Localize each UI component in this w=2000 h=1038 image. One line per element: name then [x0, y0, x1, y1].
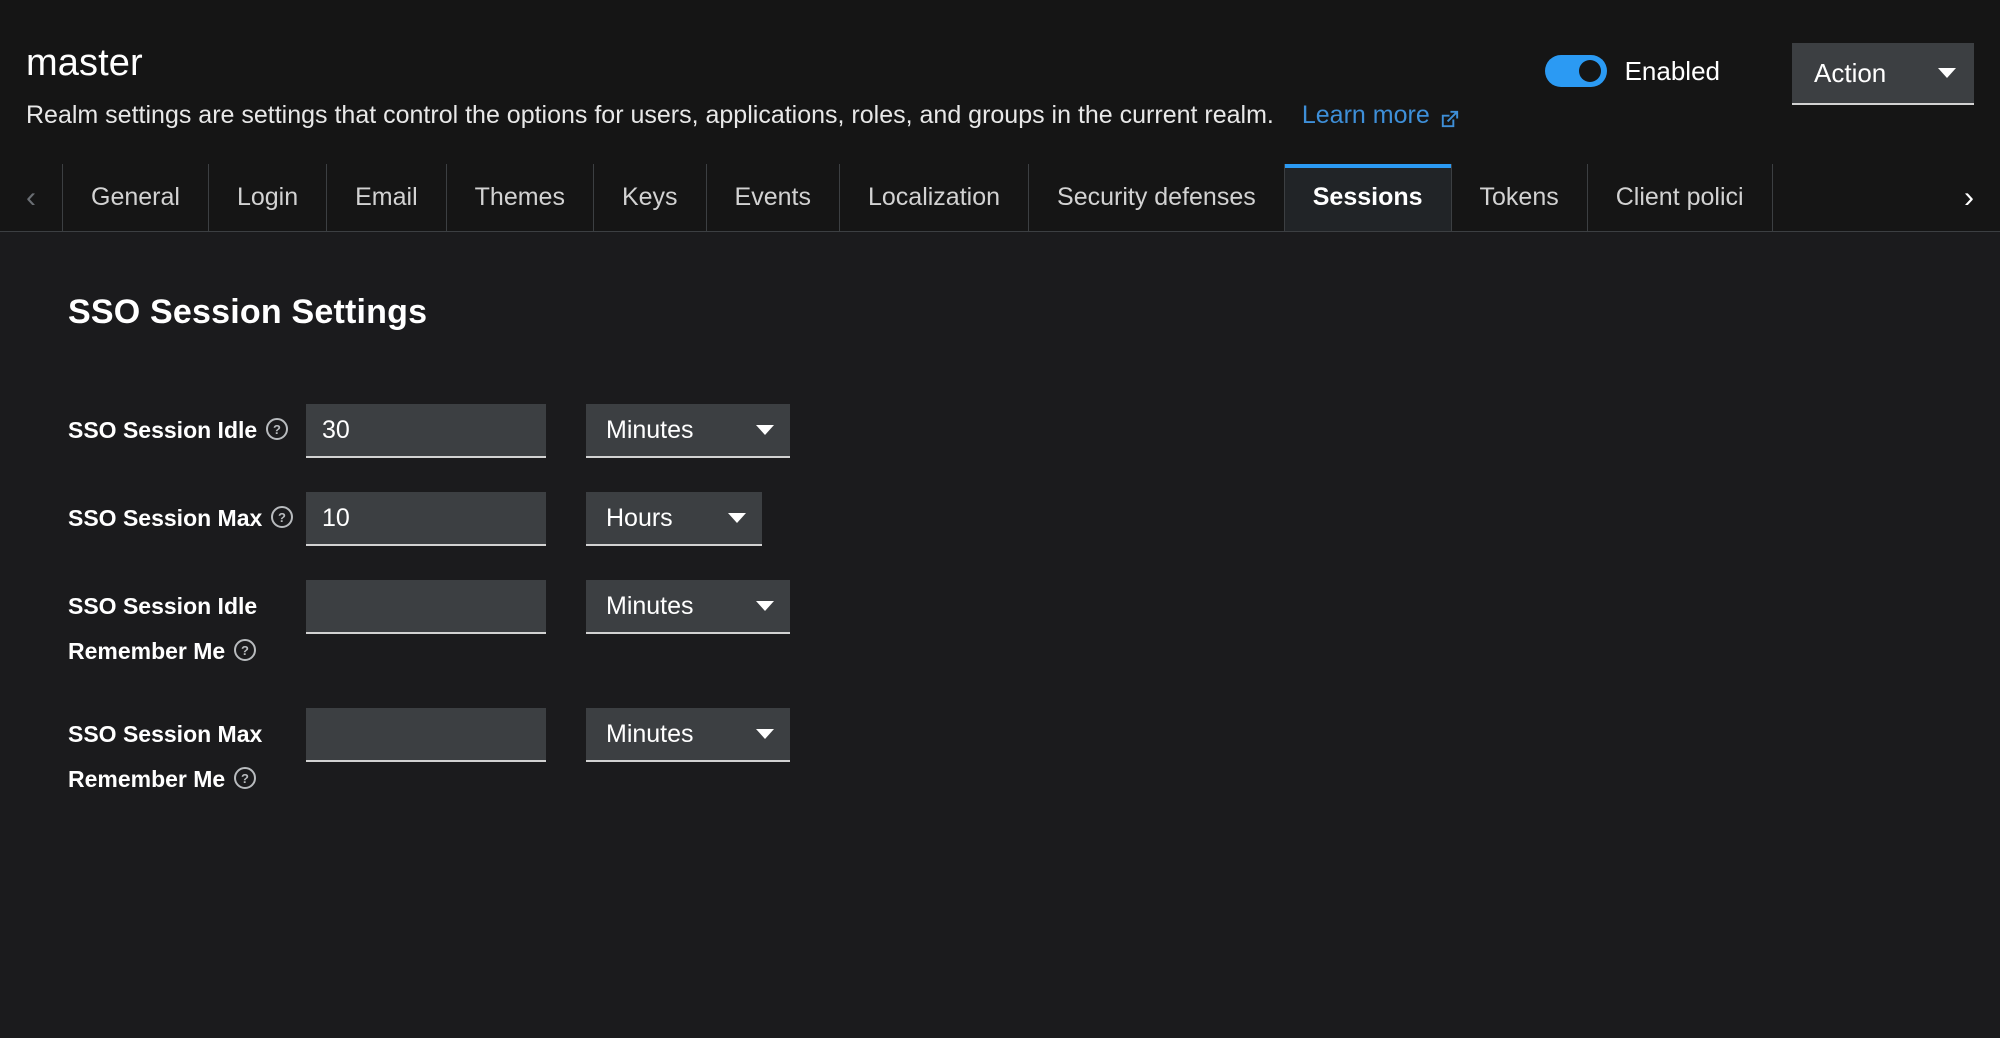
form-row: SSO Session Max? Hours: [68, 482, 2000, 546]
tab-login[interactable]: Login: [207, 164, 327, 231]
action-button[interactable]: Action: [1792, 43, 1974, 105]
tab-label: Sessions: [1312, 183, 1423, 211]
tab-label: Themes: [474, 183, 565, 211]
external-link-icon: [1438, 106, 1461, 129]
enabled-toggle[interactable]: [1544, 55, 1607, 87]
time-unit-value: Minutes: [606, 591, 694, 620]
form-row: SSO Session Max Remember Me? Minutes: [68, 698, 2000, 802]
svg-text:?: ?: [273, 422, 281, 437]
time-unit-select[interactable]: Minutes: [586, 404, 790, 458]
time-unit-value: Minutes: [606, 719, 694, 748]
field-label: SSO Session Max Remember Me?: [68, 698, 306, 802]
tab-email[interactable]: Email: [326, 164, 446, 231]
question-circle-icon[interactable]: ?: [233, 760, 257, 789]
svg-text:?: ?: [241, 643, 249, 658]
toggle-knob: [1578, 60, 1601, 82]
field-label-line1: SSO Session Idle: [68, 593, 258, 619]
field-label-line1-wrap: SSO Session Max?: [68, 496, 306, 541]
realm-settings-page: master Realm settings are settings that …: [0, 0, 2000, 1038]
caret-down-icon: [756, 425, 774, 435]
tab-client-polici[interactable]: Client polici: [1586, 164, 1773, 231]
field-label-line2: Remember Me: [68, 638, 226, 664]
caret-down-icon: [1938, 68, 1956, 78]
question-circle-icon[interactable]: ?: [265, 411, 289, 440]
section-title: SSO Session Settings: [68, 293, 428, 331]
enabled-toggle-label: Enabled: [1624, 56, 1720, 86]
tab-label: Security defenses: [1057, 183, 1256, 211]
field-label: SSO Session Max?: [68, 482, 306, 541]
field-label-line1-wrap: SSO Session Idle?: [68, 408, 306, 453]
tab-sessions[interactable]: Sessions: [1283, 164, 1451, 231]
question-circle-icon[interactable]: ?: [270, 499, 294, 528]
field-label-line1: SSO Session Idle: [68, 417, 258, 443]
sessions-tab-content: SSO Session Settings SSO Session Idle? Mi…: [0, 232, 2000, 1038]
tab-keys[interactable]: Keys: [592, 164, 706, 231]
tab-label: General: [91, 183, 180, 211]
enabled-toggle-group: Enabled: [1544, 55, 1720, 87]
header-controls: Enabled Action: [1544, 43, 1974, 105]
tab-general[interactable]: General: [62, 164, 208, 231]
tab-label: Events: [734, 183, 811, 211]
field-label-line1: SSO Session Max: [68, 505, 263, 531]
field-label-line1: SSO Session Max: [68, 721, 263, 747]
sso-session-form: SSO Session Idle? Minutes SSO Session Max?…: [68, 394, 2000, 802]
tab-label: Localization: [867, 183, 1001, 211]
session-duration-input[interactable]: [306, 404, 546, 458]
field-label: SSO Session Idle?: [68, 394, 306, 453]
tab-localization[interactable]: Localization: [838, 164, 1029, 231]
tab-tokens[interactable]: Tokens: [1450, 164, 1587, 231]
tab-themes[interactable]: Themes: [445, 164, 593, 231]
time-unit-value: Minutes: [606, 415, 694, 444]
tab-list: General Login Email Themes Keys Events Localiz…: [62, 164, 1938, 231]
session-duration-input[interactable]: [306, 580, 546, 634]
field-label-line2-wrap: Remember Me?: [68, 629, 306, 674]
page-header: master Realm settings are settings that …: [0, 0, 2000, 132]
time-unit-select[interactable]: Hours: [586, 492, 762, 546]
form-row: SSO Session Idle? Minutes: [68, 394, 2000, 458]
svg-text:?: ?: [241, 771, 249, 786]
caret-down-icon: [728, 513, 746, 523]
tab-security-defenses[interactable]: Security defenses: [1028, 164, 1284, 231]
field-label: SSO Session Idle Remember Me?: [68, 570, 306, 674]
chevron-right-icon[interactable]: ›: [1938, 164, 2000, 231]
field-label-line2: Remember Me: [68, 766, 226, 792]
field-label-line2-wrap: Remember Me?: [68, 757, 306, 802]
learn-more-label: Learn more: [1301, 101, 1430, 129]
realm-settings-tabbar: ‹ General Login Email Themes Keys Events Local…: [0, 164, 2000, 232]
caret-down-icon: [756, 601, 774, 611]
tab-events[interactable]: Events: [705, 164, 839, 231]
tab-label: Keys: [621, 183, 678, 211]
caret-down-icon: [756, 729, 774, 739]
form-row: SSO Session Idle Remember Me? Minutes: [68, 570, 2000, 674]
tab-label: Client polici: [1615, 183, 1744, 211]
session-duration-input[interactable]: [306, 492, 546, 546]
chevron-left-icon[interactable]: ‹: [0, 164, 62, 231]
time-unit-select[interactable]: Minutes: [586, 580, 790, 634]
page-description: Realm settings are settings that control…: [26, 101, 1274, 129]
learn-more-link[interactable]: Learn more: [1302, 98, 1461, 132]
tab-label: Tokens: [1479, 183, 1559, 211]
svg-text:?: ?: [278, 510, 286, 525]
tab-label: Email: [355, 183, 418, 211]
tab-label: Login: [236, 183, 299, 211]
time-unit-value: Hours: [606, 503, 673, 532]
action-button-label: Action: [1814, 57, 1887, 88]
session-duration-input[interactable]: [306, 708, 546, 762]
time-unit-select[interactable]: Minutes: [586, 708, 790, 762]
question-circle-icon[interactable]: ?: [233, 632, 257, 661]
